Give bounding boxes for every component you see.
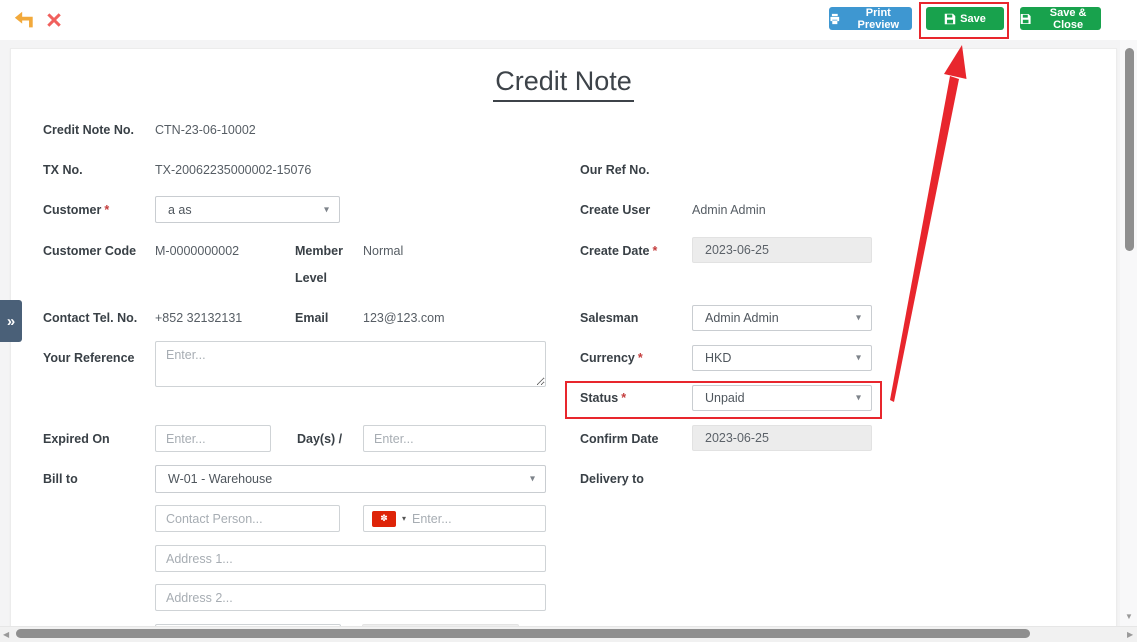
save-and-close-button[interactable]: Save & Close [1020, 7, 1101, 30]
page-title: Credit Note [493, 66, 634, 102]
create-user-label: Create User [580, 203, 650, 217]
save-icon [1020, 13, 1031, 25]
your-reference-textarea[interactable] [155, 341, 546, 387]
scroll-right-arrow[interactable]: ▶ [1127, 630, 1133, 639]
credit-note-screen: × Print Preview Save Save & Close Credit… [0, 0, 1137, 642]
your-reference-label: Your Reference [43, 351, 134, 365]
save-icon [944, 13, 956, 25]
create-date-field: 2023-06-25 [692, 237, 872, 263]
customer-label: Customer* [43, 203, 109, 217]
hong-kong-flag-icon[interactable]: ✽ [372, 511, 396, 527]
double-chevron-right-icon: » [7, 313, 15, 330]
tx-no-value: TX-20062235000002-15076 [155, 163, 311, 177]
print-preview-button[interactable]: Print Preview [829, 7, 912, 30]
address2-input[interactable] [155, 584, 546, 611]
email-label: Email [295, 311, 328, 325]
credit-note-no-label: Credit Note No. [43, 123, 134, 137]
member-level-label-line1: Member [295, 244, 343, 258]
currency-label: Currency* [580, 351, 643, 365]
required-asterisk: * [652, 244, 657, 258]
delivery-to-label: Delivery to [580, 472, 644, 486]
confirm-date-value: 2023-06-25 [705, 431, 769, 445]
vertical-scrollbar-thumb[interactable] [1125, 48, 1134, 251]
required-asterisk: * [621, 391, 626, 405]
salesman-select-value: Admin Admin [705, 311, 779, 325]
create-date-label: Create Date* [580, 244, 657, 258]
topbar: × Print Preview Save Save & Close [0, 0, 1137, 40]
horizontal-scrollbar-thumb[interactable] [16, 629, 1030, 638]
flag-flower-glyph: ✽ [380, 513, 388, 524]
email-value: 123@123.com [363, 311, 445, 325]
bill-to-label: Bill to [43, 472, 78, 486]
status-select-value: Unpaid [705, 391, 745, 405]
contact-tel-value: +852 32132131 [155, 311, 242, 325]
phone-placeholder: Enter... [412, 512, 452, 526]
back-button[interactable] [12, 8, 36, 32]
contact-tel-label: Contact Tel. No. [43, 311, 137, 325]
printer-icon [829, 13, 841, 25]
chevron-down-icon: ▾ [324, 204, 329, 215]
salesman-select[interactable]: Admin Admin ▾ [692, 305, 872, 331]
close-icon: × [46, 9, 62, 31]
confirm-date-field: 2023-06-25 [692, 425, 872, 451]
save-and-close-label: Save & Close [1035, 7, 1101, 31]
scroll-down-arrow[interactable]: ▼ [1125, 612, 1133, 621]
scroll-left-arrow[interactable]: ◀ [3, 630, 9, 639]
status-label: Status* [580, 391, 626, 405]
customer-code-value: M-0000000002 [155, 244, 239, 258]
country-chevron-down-icon[interactable]: ▾ [402, 514, 406, 523]
sidebar-expander[interactable]: » [0, 300, 22, 342]
page-title-wrap: Credit Note [10, 66, 1117, 102]
customer-select-value: a as [168, 203, 192, 217]
expired-on-date-input[interactable] [363, 425, 546, 452]
chevron-down-icon: ▾ [530, 474, 535, 485]
expired-on-days-input[interactable] [155, 425, 271, 452]
confirm-date-label: Confirm Date [580, 432, 658, 446]
currency-select[interactable]: HKD ▾ [692, 345, 872, 371]
customer-select[interactable]: a as ▾ [155, 196, 340, 223]
days-separator-label: Day(s) / [297, 432, 342, 446]
currency-select-value: HKD [705, 351, 731, 365]
required-asterisk: * [638, 351, 643, 365]
customer-code-label: Customer Code [43, 244, 136, 258]
expired-on-label: Expired On [43, 432, 110, 446]
contact-person-input[interactable] [155, 505, 340, 532]
member-level-label-line2: Level [295, 271, 327, 285]
credit-note-no-value: CTN-23-06-10002 [155, 123, 256, 137]
create-user-value: Admin Admin [692, 203, 766, 217]
status-select[interactable]: Unpaid ▾ [692, 385, 872, 411]
address1-input[interactable] [155, 545, 546, 572]
tx-no-label: TX No. [43, 163, 83, 177]
member-level-value: Normal [363, 244, 403, 258]
chevron-down-icon: ▾ [856, 393, 861, 404]
chevron-down-icon: ▾ [856, 353, 861, 364]
chevron-down-icon: ▾ [856, 313, 861, 324]
close-button[interactable]: × [42, 8, 66, 32]
save-label: Save [960, 13, 986, 25]
phone-input[interactable]: ✽ ▾ Enter... [363, 505, 546, 532]
create-date-value: 2023-06-25 [705, 243, 769, 257]
save-button[interactable]: Save [926, 7, 1004, 30]
salesman-label: Salesman [580, 311, 638, 325]
required-asterisk: * [104, 203, 109, 217]
bill-to-select-value: W-01 - Warehouse [168, 472, 272, 486]
back-arrow-icon [13, 9, 35, 31]
our-ref-no-label: Our Ref No. [580, 163, 649, 177]
print-preview-label: Print Preview [845, 7, 912, 31]
bill-to-select[interactable]: W-01 - Warehouse ▾ [155, 465, 546, 493]
